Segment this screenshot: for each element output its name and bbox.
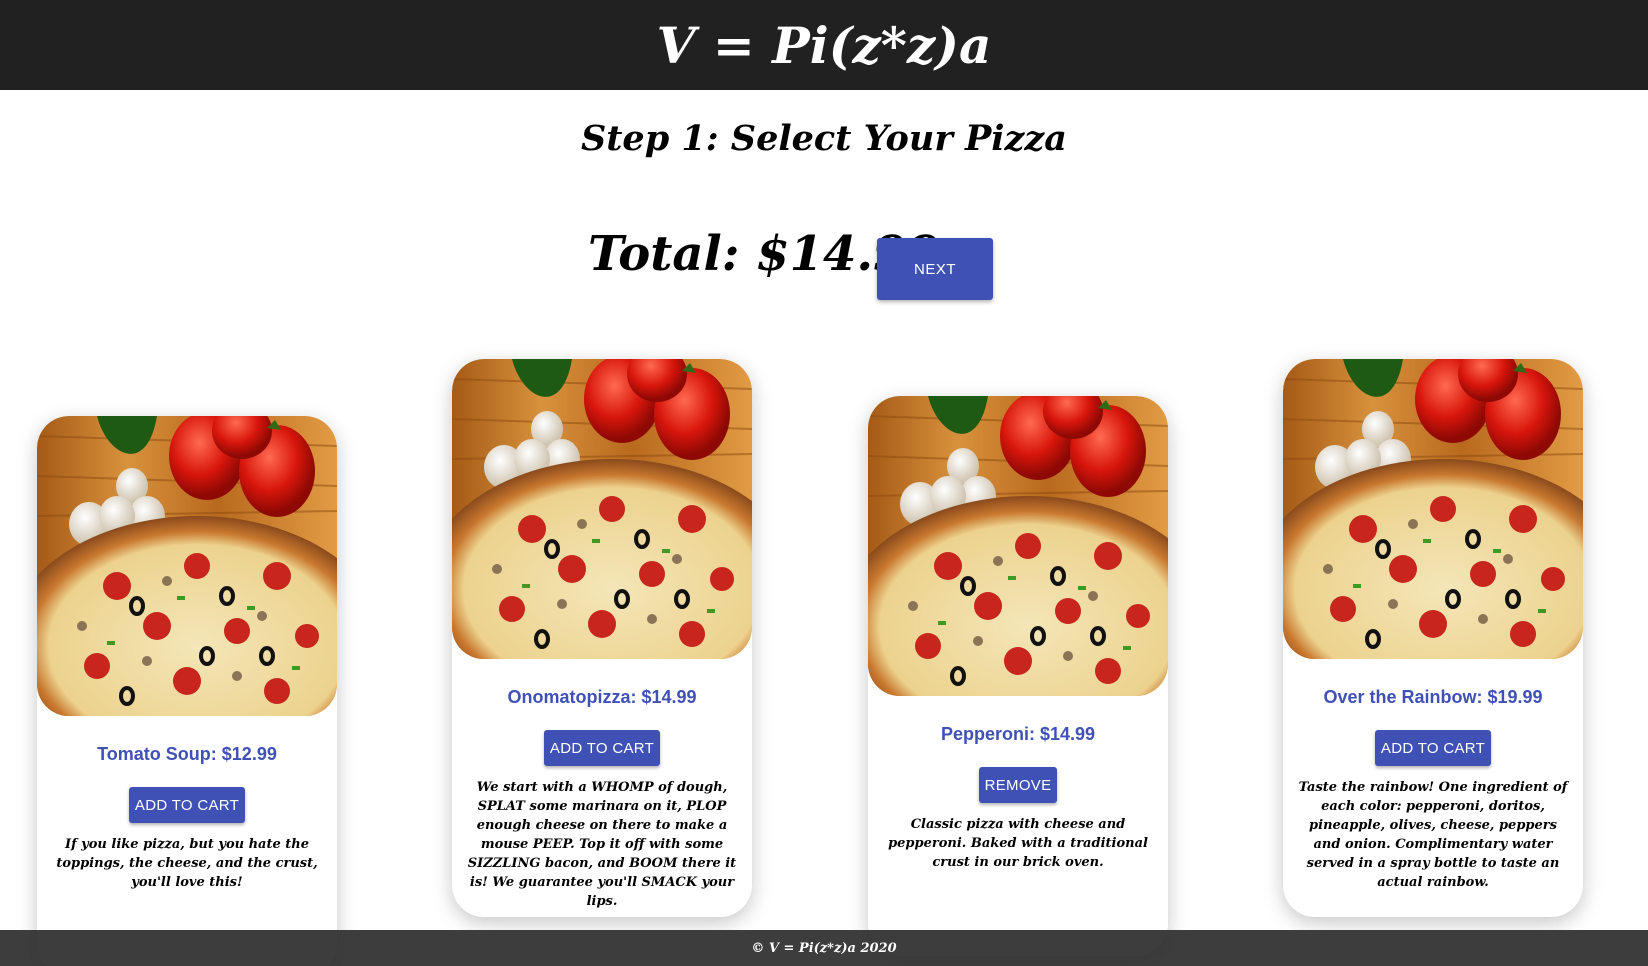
pizza-card-tomato-soup: Tomato Soup: $12.99 ADD TO CART If you l…: [37, 416, 337, 966]
pizza-card-description: Classic pizza with cheese and pepperoni.…: [888, 817, 1148, 870]
pizza-card-description: If you like pizza, but you hate the topp…: [56, 837, 318, 890]
app-header: V = Pi(z*z)a: [0, 0, 1648, 90]
pizza-image: [868, 396, 1168, 696]
pizza-card-title: Pepperoni: $14.99: [940, 724, 1096, 744]
pizza-image: [452, 359, 752, 659]
pizza-image: [37, 416, 337, 716]
pizza-card-onomatopizza: Onomatopizza: $14.99 ADD TO CART We star…: [452, 359, 752, 917]
step-title: Step 1: Select Your Pizza: [580, 118, 1067, 159]
pizza-card-pepperoni: Pepperoni: $14.99 REMOVE Classic pizza w…: [868, 396, 1168, 956]
pizza-image: [1283, 359, 1583, 659]
pizza-card-over-the-rainbow: Over the Rainbow: $19.99 ADD TO CART Tas…: [1283, 359, 1583, 917]
add-to-cart-button[interactable]: ADD TO CART: [543, 730, 661, 766]
pizza-card-title: Tomato Soup: $12.99: [97, 744, 277, 764]
next-button[interactable]: NEXT: [877, 238, 993, 300]
page-footer: © V = Pi(z*z)a 2020: [0, 930, 1648, 966]
pizza-card-description: Taste the rainbow! One ingredient of eac…: [1298, 780, 1568, 890]
footer-copyright: © V = Pi(z*z)a 2020: [751, 940, 897, 956]
add-to-cart-button[interactable]: ADD TO CART: [128, 787, 246, 823]
remove-button[interactable]: REMOVE: [978, 767, 1058, 803]
pizza-card-title: Onomatopizza: $14.99: [507, 687, 697, 707]
add-to-cart-button[interactable]: ADD TO CART: [1374, 730, 1492, 766]
pizza-card-description: We start with a WHOMP of dough, SPLAT so…: [467, 780, 737, 909]
pizza-card-title: Over the Rainbow: $19.99: [1323, 687, 1543, 707]
app-title: V = Pi(z*z)a: [656, 15, 992, 75]
